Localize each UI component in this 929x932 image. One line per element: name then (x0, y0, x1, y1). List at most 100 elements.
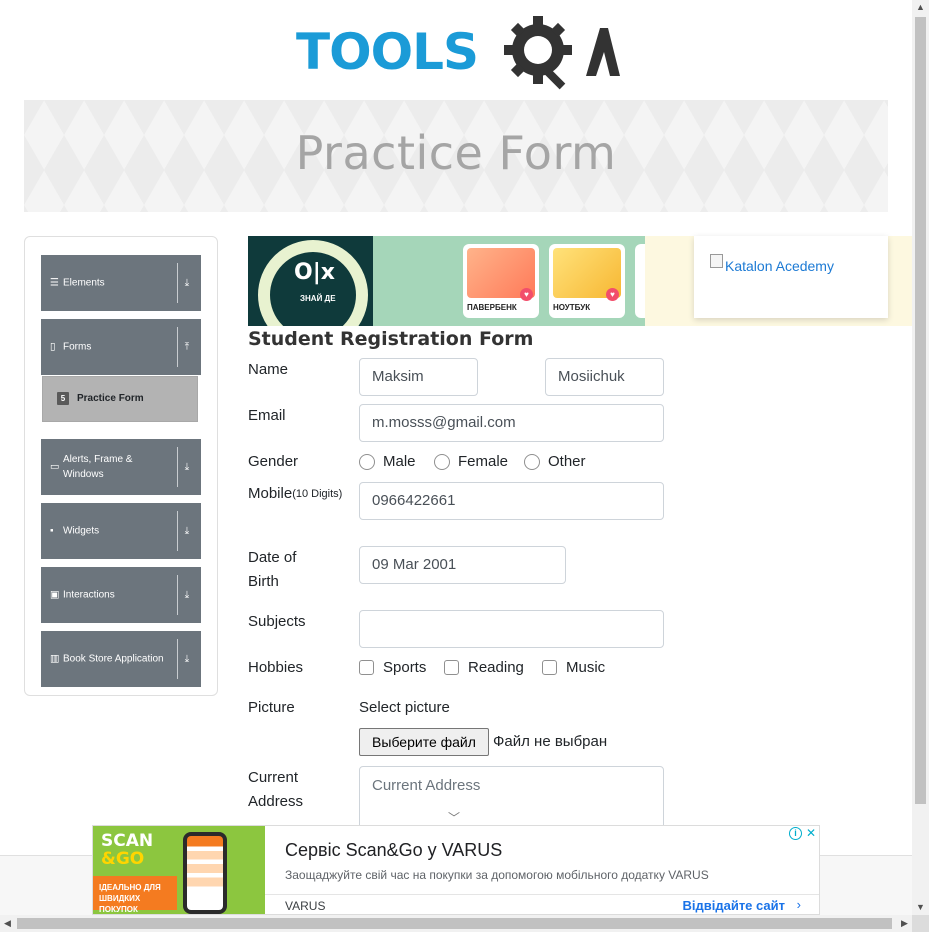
email-label: Email (248, 407, 286, 424)
gender-male-label[interactable]: Male (383, 452, 416, 472)
choose-file-button[interactable]: Выберите файл (359, 728, 489, 756)
heart-icon: ♥ (606, 288, 619, 301)
hobby-sports-checkbox[interactable] (359, 660, 374, 675)
olx-ad-logo-box: O|x ЗНАЙ ДЕ (248, 236, 373, 326)
sidebar-group-widgets[interactable]: ▪ Widgets ⤓ (41, 503, 201, 559)
phone-screen (187, 836, 223, 910)
divider (177, 639, 178, 679)
divider (177, 511, 178, 551)
mobile-input[interactable]: 0966422661 (359, 482, 664, 520)
sidebar-item-practice-form[interactable]: 5 Practice Form (42, 376, 198, 422)
gender-female-radio[interactable] (434, 454, 450, 470)
broken-image-icon (710, 254, 723, 268)
email-input[interactable]: m.mosss@gmail.com (359, 404, 664, 442)
gender-male-radio[interactable] (359, 454, 375, 470)
ad-title[interactable]: Сервіс Scan&Go у VARUS (285, 840, 502, 861)
bottom-ad-banner[interactable]: SCAN &GO ІДЕАЛЬНО ДЛЯ ШВИДКИХ ПОКУПОК Сер… (92, 825, 820, 915)
sidebar-group-book-store[interactable]: ▥ Book Store Application ⤓ (41, 631, 201, 687)
select-picture-caption: Select picture (359, 699, 450, 716)
scrollbar-thumb[interactable] (915, 17, 926, 804)
sidebar-group-elements[interactable]: ☰ Elements ⤓ (41, 255, 201, 311)
sidebar-group-label: Forms (63, 341, 92, 353)
expand-arrow-icon: ⤓ (184, 277, 190, 289)
expand-arrow-icon: ⤓ (184, 461, 190, 473)
scroll-left-icon[interactable]: ◀ (2, 918, 13, 929)
sidebar-group-alerts[interactable]: ▭ Alerts, Frame & Windows ⤓ (41, 439, 201, 495)
scrollbar-corner (912, 915, 929, 932)
expand-arrow-icon: ⤓ (184, 525, 190, 537)
hobby-reading-checkbox[interactable] (444, 660, 459, 675)
address-placeholder: Current Address (372, 777, 481, 794)
first-name-input[interactable]: Maksim (359, 358, 478, 396)
subjects-input[interactable] (359, 610, 664, 648)
grid-icon: ▪ (50, 525, 54, 537)
sidebar-group-label: Widgets (63, 525, 100, 537)
hobby-music-label[interactable]: Music (566, 658, 605, 678)
ad-tagline: ІДЕАЛЬНО ДЛЯ ШВИДКИХ ПОКУПОК (93, 876, 177, 914)
chevron-down-icon: ﹀ (448, 811, 461, 825)
square-icon: ▣ (50, 589, 60, 601)
address-label-line-2: Address (248, 793, 304, 810)
ad-card-laptop[interactable]: ♥ НОУТБУК (549, 244, 625, 318)
picture-label: Picture (248, 699, 295, 716)
card-caption: НОУТБУК (553, 303, 591, 312)
hobby-sports-label[interactable]: Sports (383, 658, 426, 678)
hobby-reading-label[interactable]: Reading (468, 658, 524, 678)
heart-icon: ♥ (520, 288, 533, 301)
sidebar-group-label: Alerts, Frame & Windows (63, 454, 133, 480)
gender-label: Gender (248, 453, 299, 470)
mobile-label-text: Mobile (248, 485, 293, 502)
tagline-line-1: ІДЕАЛЬНО ДЛЯ (99, 883, 161, 892)
sidebar-group-label: Interactions (63, 589, 115, 601)
scroll-down-icon[interactable]: ▼ (915, 902, 926, 913)
sidebar-group-label: Elements (63, 277, 105, 289)
scroll-up-icon[interactable]: ▲ (915, 2, 926, 13)
window-icon: ▭ (50, 461, 60, 473)
hobby-music-checkbox[interactable] (542, 660, 557, 675)
ad-card-powerbank[interactable]: ♥ ПАВЕРБЕНК (463, 244, 539, 318)
vertical-scrollbar[interactable]: ▲ ▼ (912, 0, 929, 915)
gender-female-label[interactable]: Female (458, 452, 508, 472)
logo-text: TOOLS (296, 23, 479, 81)
close-icon[interactable]: ✕ (804, 826, 818, 840)
chevron-right-icon: › (796, 897, 801, 912)
document-icon: ▯ (50, 341, 56, 353)
scan-text: SCAN (101, 831, 154, 851)
scroll-right-icon[interactable]: ▶ (899, 918, 910, 929)
form-title: Student Registration Form (248, 328, 534, 350)
last-name-input[interactable]: Mosiichuk (545, 358, 664, 396)
horizontal-scrollbar[interactable]: ◀ ▶ (0, 915, 912, 932)
file-status-text: Файл не выбран (493, 733, 608, 750)
sidebar-group-forms[interactable]: ▯ Forms ⤒ (41, 319, 201, 375)
gender-other-label[interactable]: Other (548, 452, 586, 472)
katalon-ad[interactable]: Katalon Acedemy (694, 236, 888, 318)
ad-info-icon[interactable]: i (789, 827, 802, 840)
sidebar-item-label: Practice Form (77, 393, 144, 404)
katalon-link[interactable]: Katalon Acedemy (725, 258, 834, 274)
hobbies-label: Hobbies (248, 659, 304, 676)
visit-site-link[interactable]: Відвідайте сайт (682, 898, 785, 913)
list-icon: ☰ (50, 277, 59, 289)
divider (177, 327, 178, 367)
divider (177, 447, 178, 487)
address-label-line-1: Current (248, 769, 299, 786)
expand-arrow-icon: ⤓ (184, 653, 190, 665)
divider (177, 263, 178, 303)
sidebar: ☰ Elements ⤓ ▯ Forms ⤒ 5 Practice Form ▭… (24, 236, 218, 696)
mobile-label: Mobile(10 Digits) (248, 482, 362, 506)
subjects-label: Subjects (248, 613, 306, 630)
toolsqa-logo[interactable]: TOOLS (296, 14, 620, 94)
ad-description: Заощаджуйте свій час на покупки за допом… (285, 868, 709, 882)
page-banner: Practice Form (24, 100, 888, 212)
mobile-hint: (10 Digits) (292, 488, 343, 500)
sidebar-group-label: Book Store Application (63, 653, 164, 665)
date-of-birth-input[interactable]: 09 Mar 2001 (359, 546, 566, 584)
gender-other-radio[interactable] (524, 454, 540, 470)
sidebar-group-interactions[interactable]: ▣ Interactions ⤓ (41, 567, 201, 623)
collapse-arrow-icon: ⤒ (184, 341, 190, 353)
go-text: &GO (101, 849, 145, 869)
scrollbar-thumb[interactable] (17, 918, 892, 929)
ad-brand: VARUS (285, 899, 326, 913)
divider (177, 575, 178, 615)
tagline-line-2: ШВИДКИХ ПОКУПОК (99, 894, 141, 914)
